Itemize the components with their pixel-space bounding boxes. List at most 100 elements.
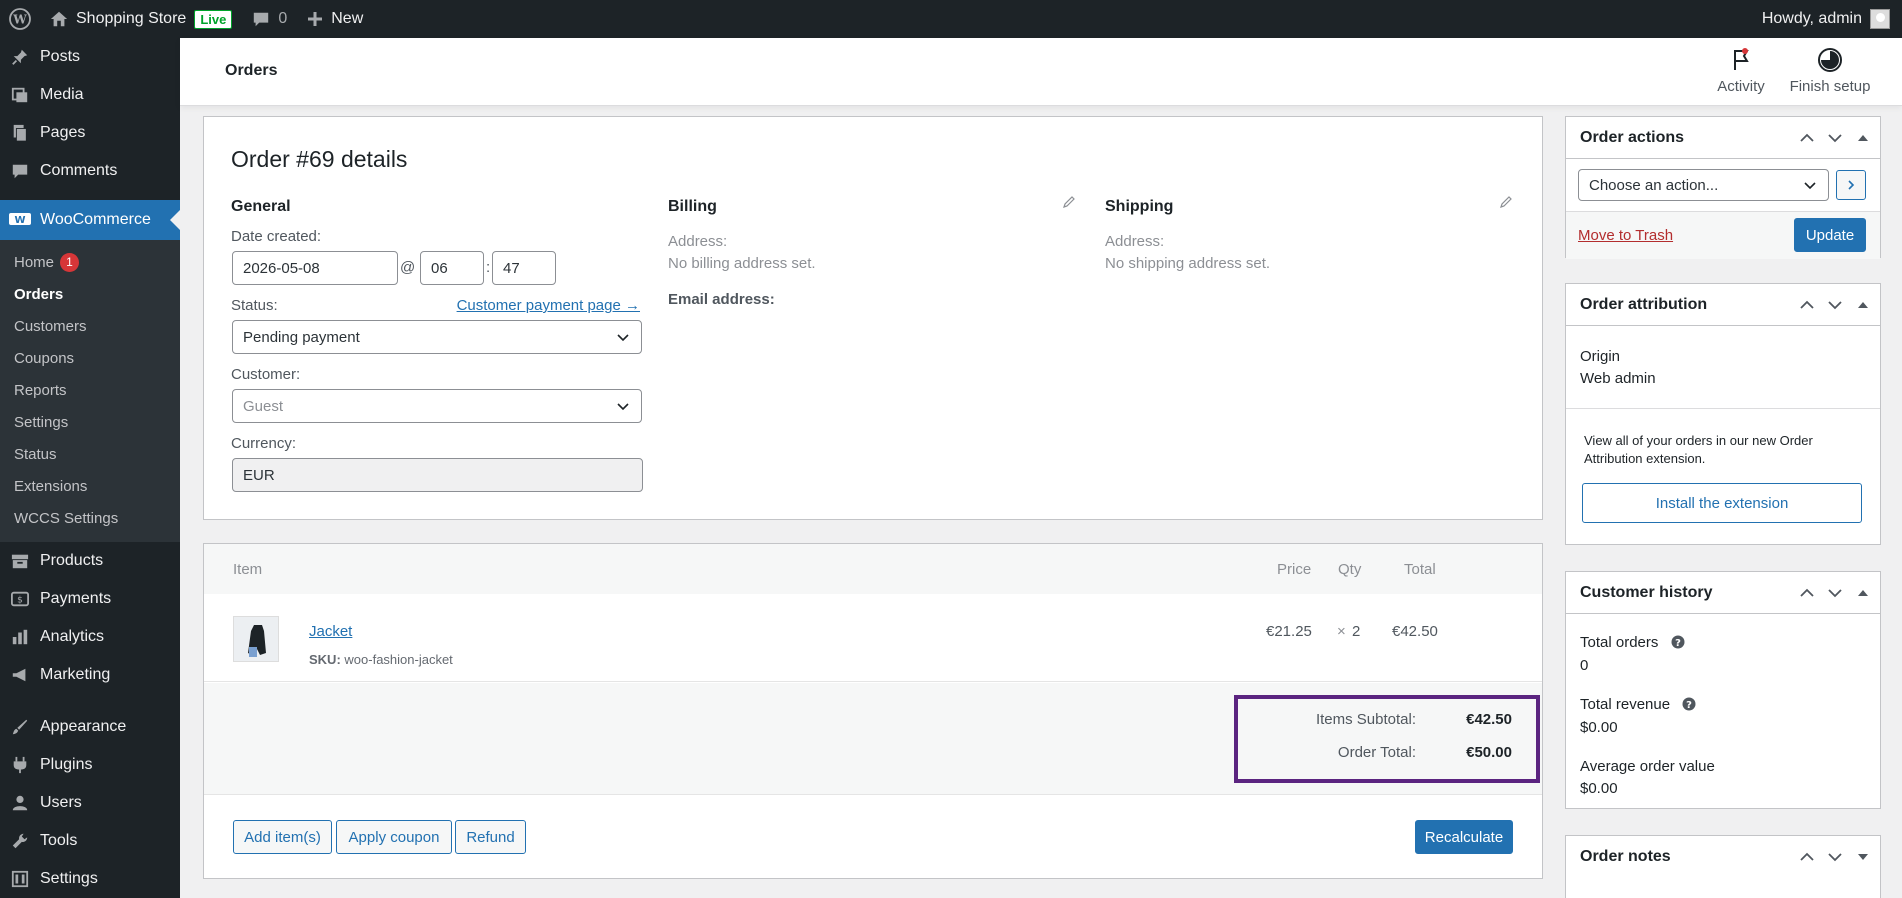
menu-pages[interactable]: Pages [0, 114, 180, 152]
hour-input[interactable]: 06 [420, 251, 484, 285]
page-title: Orders [225, 62, 278, 79]
billing-address-label: Address: [668, 233, 728, 250]
order-data-panel: Order #69 details General Date created: … [203, 116, 1543, 520]
recalculate-button[interactable]: Recalculate [1415, 820, 1513, 854]
submenu-home[interactable]: Home 1 [0, 246, 180, 278]
move-up-icon[interactable] [1798, 848, 1816, 866]
collapse-icon[interactable] [1854, 296, 1872, 314]
comment-icon [254, 12, 269, 27]
menu-payments[interactable]: $ Payments [0, 580, 180, 618]
column-total: Total [1404, 561, 1436, 578]
home-icon [50, 11, 68, 27]
svg-text:?: ? [1675, 638, 1681, 649]
edit-billing-pencil-icon[interactable] [1062, 195, 1076, 209]
move-up-icon[interactable] [1798, 129, 1816, 147]
submenu-orders[interactable]: Orders [0, 278, 180, 310]
woocommerce-submenu: Home 1 Orders Customers Coupons Reports S… [0, 240, 180, 542]
order-attribution-box: Order attribution Origin Web admin View … [1565, 283, 1881, 545]
edit-shipping-pencil-icon[interactable] [1499, 195, 1513, 209]
new-content-link[interactable]: New [297, 0, 373, 38]
megaphone-icon [8, 665, 32, 685]
wrench-icon [8, 831, 32, 851]
submenu-reports[interactable]: Reports [0, 374, 180, 406]
column-qty: Qty [1338, 561, 1362, 578]
date-created-input[interactable]: 2026-05-08 [232, 251, 398, 285]
at-symbol: @ [400, 259, 416, 276]
bar-chart-icon [8, 627, 32, 647]
admin-sidebar: Posts Media Pages Comments W WooCommerce… [0, 38, 180, 898]
menu-analytics[interactable]: Analytics [0, 618, 180, 656]
customer-select[interactable]: Guest [232, 389, 642, 423]
wordpress-logo-icon[interactable]: W [0, 0, 40, 38]
help-icon[interactable]: ? [1671, 635, 1685, 649]
update-button[interactable]: Update [1794, 218, 1866, 252]
customer-label: Customer: [231, 366, 301, 383]
submenu-customers[interactable]: Customers [0, 310, 180, 342]
move-down-icon[interactable] [1826, 129, 1844, 147]
item-qty: 2 [1352, 623, 1361, 640]
menu-appearance[interactable]: Appearance [0, 708, 180, 746]
total-revenue-label: Total revenue ? [1580, 696, 1696, 713]
move-to-trash-link[interactable]: Move to Trash [1578, 227, 1673, 244]
menu-woocommerce[interactable]: W WooCommerce [0, 200, 180, 240]
notification-badge: 1 [60, 252, 80, 272]
howdy-text: Howdy, admin [1761, 10, 1862, 27]
help-icon[interactable]: ? [1682, 697, 1696, 711]
menu-posts[interactable]: Posts [0, 38, 180, 76]
pin-icon [8, 47, 32, 67]
column-price: Price [1277, 561, 1312, 578]
submenu-wccs-settings[interactable]: WCCS Settings [0, 502, 180, 534]
minute-input[interactable]: 47 [492, 251, 556, 285]
status-select[interactable]: Pending payment [232, 320, 642, 354]
svg-text:$: $ [17, 596, 23, 606]
refund-button[interactable]: Refund [455, 820, 526, 854]
flag-icon [1696, 46, 1786, 74]
menu-plugins[interactable]: Plugins [0, 746, 180, 784]
move-down-icon[interactable] [1826, 584, 1844, 602]
currency-field: EUR [232, 458, 643, 492]
woocommerce-icon: W [8, 210, 32, 230]
date-created-label: Date created: [231, 228, 322, 245]
expand-icon[interactable] [1854, 848, 1872, 866]
comment-icon [8, 161, 32, 181]
menu-tools[interactable]: Tools [0, 822, 180, 860]
plugin-icon [8, 755, 32, 775]
pages-icon [8, 123, 32, 143]
items-subtotal-label: Items Subtotal: [1315, 711, 1416, 728]
product-name-link[interactable]: Jacket [309, 623, 352, 640]
menu-users[interactable]: Users [0, 784, 180, 822]
customer-payment-page-link[interactable]: Customer payment page → [457, 297, 640, 314]
activity-button[interactable]: Activity [1696, 46, 1786, 95]
order-action-select[interactable]: Choose an action... [1578, 169, 1829, 201]
chevron-down-icon [617, 403, 629, 411]
move-up-icon[interactable] [1798, 584, 1816, 602]
menu-marketing[interactable]: Marketing [0, 656, 180, 694]
order-actions-box: Order actions Choose an action... Move t… [1565, 116, 1881, 259]
submenu-coupons[interactable]: Coupons [0, 342, 180, 374]
comments-link[interactable]: 0 [242, 0, 297, 38]
move-down-icon[interactable] [1826, 296, 1844, 314]
submenu-extensions[interactable]: Extensions [0, 470, 180, 502]
collapse-icon[interactable] [1854, 584, 1872, 602]
menu-comments[interactable]: Comments [0, 152, 180, 190]
menu-settings[interactable]: Settings [0, 860, 180, 898]
submenu-settings[interactable]: Settings [0, 406, 180, 438]
finish-setup-button[interactable]: Finish setup [1785, 46, 1875, 95]
move-up-icon[interactable] [1798, 296, 1816, 314]
move-down-icon[interactable] [1826, 848, 1844, 866]
add-items-button[interactable]: Add item(s) [233, 820, 332, 854]
menu-products[interactable]: Products [0, 542, 180, 580]
qty-times: × [1337, 623, 1346, 640]
my-account[interactable]: Howdy, admin [1762, 9, 1902, 29]
brush-icon [8, 717, 32, 737]
average-order-value-label: Average order value [1580, 758, 1715, 775]
new-label: New [331, 10, 364, 27]
menu-media[interactable]: Media [0, 76, 180, 114]
site-name-link[interactable]: Shopping Store Live [40, 0, 242, 38]
apply-coupon-button[interactable]: Apply coupon [336, 820, 452, 854]
apply-action-button[interactable] [1836, 170, 1866, 200]
install-extension-button[interactable]: Install the extension [1582, 483, 1862, 523]
collapse-icon[interactable] [1854, 129, 1872, 147]
submenu-status[interactable]: Status [0, 438, 180, 470]
settings-icon [8, 869, 32, 889]
